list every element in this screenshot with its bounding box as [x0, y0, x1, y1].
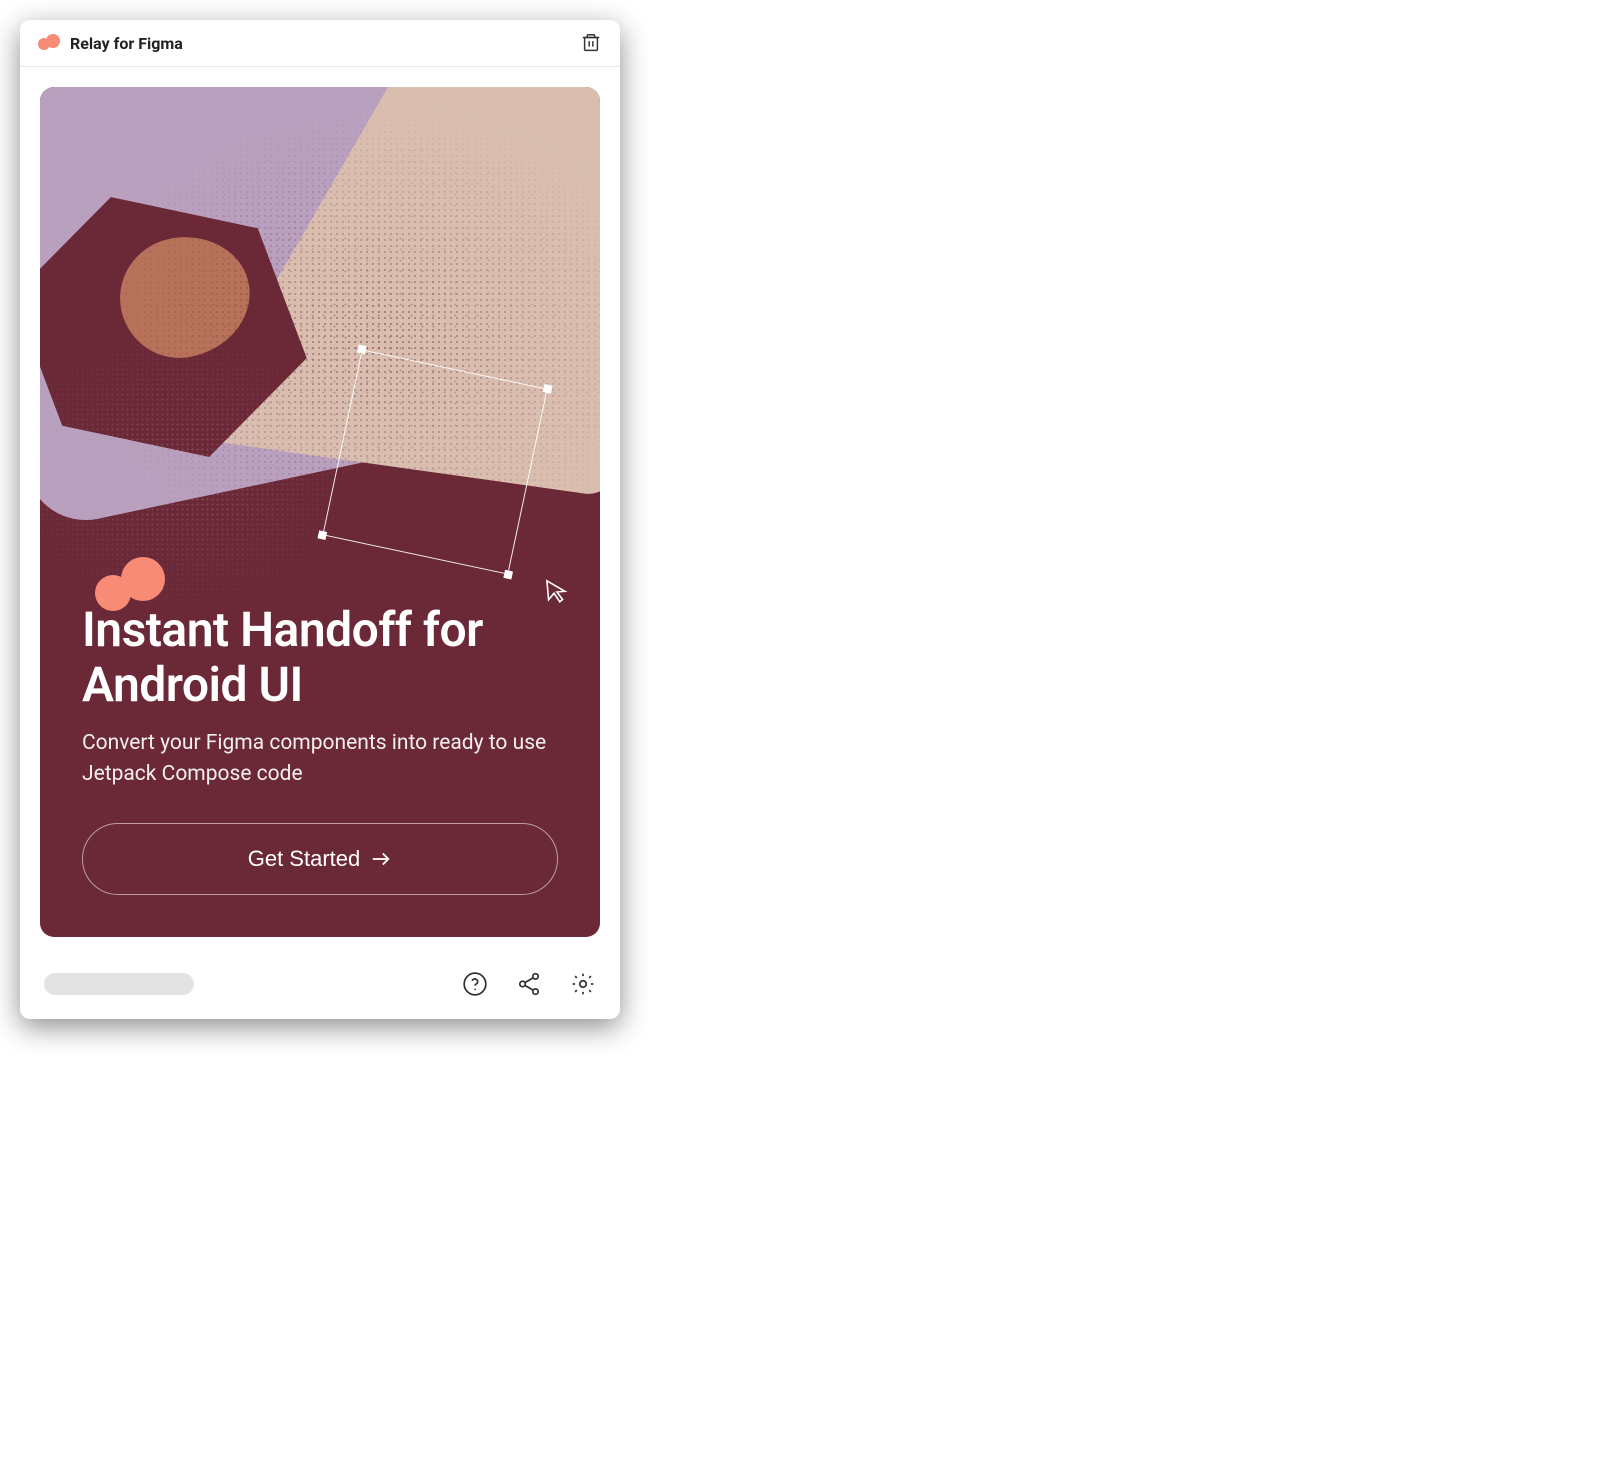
relay-panel: Relay for Figma — [20, 20, 620, 1019]
help-button[interactable] — [462, 971, 488, 997]
settings-icon — [570, 971, 596, 997]
relay-logo-icon — [38, 34, 60, 52]
settings-button[interactable] — [570, 971, 596, 997]
hero-headline: Instant Handoff for Android UI — [82, 602, 558, 712]
selection-frame — [322, 349, 547, 574]
delete-button[interactable] — [580, 32, 602, 54]
hero-subhead: Convert your Figma components into ready… — [82, 728, 558, 789]
hero-text: Instant Handoff for Android UI Convert y… — [40, 602, 600, 937]
panel-header: Relay for Figma — [20, 20, 620, 67]
panel-footer — [20, 957, 620, 1019]
arrow-right-icon — [370, 850, 392, 868]
trash-icon — [580, 32, 602, 54]
hero-card: Instant Handoff for Android UI Convert y… — [40, 87, 600, 937]
cta-label: Get Started — [248, 846, 361, 872]
share-button[interactable] — [516, 971, 542, 997]
help-icon — [462, 971, 488, 997]
footer-placeholder — [44, 973, 194, 995]
share-icon — [516, 971, 542, 997]
panel-title: Relay for Figma — [70, 34, 570, 53]
get-started-button[interactable]: Get Started — [82, 823, 558, 895]
